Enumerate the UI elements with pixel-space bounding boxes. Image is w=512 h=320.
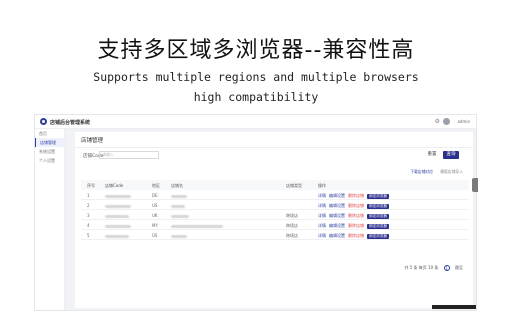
side-drawer-handle[interactable]: [472, 178, 478, 192]
app-window: 店铺后台管理系统 ⚙ admin 首页 店铺管理 系统设置 个人设置 店铺管理 …: [34, 114, 477, 311]
download-link[interactable]: 下载店铺对应: [410, 169, 433, 174]
row-area: MY: [152, 223, 158, 228]
row-no: 4: [87, 223, 90, 228]
avatar[interactable]: [443, 118, 450, 125]
row-ops: 详情 编辑设置 删除店铺 绑定浏览器: [318, 233, 389, 239]
row-no: 2: [87, 203, 90, 208]
blurred-code: [105, 223, 131, 228]
row-ops: 详情 编辑设置 删除店铺 绑定浏览器: [318, 223, 389, 229]
blurred-name: [171, 203, 185, 208]
edit-link[interactable]: 编辑设置: [329, 223, 345, 228]
page-title: 店铺管理: [81, 138, 104, 144]
table-tools: 下载店铺对应 模版店铺导入: [404, 169, 463, 175]
row-area: UK: [152, 213, 158, 218]
col-header-no: 序号: [87, 183, 95, 188]
delete-link[interactable]: 删除店铺: [348, 193, 364, 198]
delete-link[interactable]: 删除店铺: [348, 233, 364, 238]
edit-link[interactable]: 编辑设置: [329, 233, 345, 238]
bind-browser-button[interactable]: 绑定浏览器: [367, 233, 389, 239]
edit-link[interactable]: 编辑设置: [329, 213, 345, 218]
detail-link[interactable]: 详情: [318, 203, 326, 208]
row-ops: 详情 编辑设置 删除店铺 绑定浏览器: [318, 213, 389, 219]
table-row: 4 MY 跨境店 详情 编辑设置 删除店铺 绑定浏览器: [81, 220, 469, 230]
sidebar-item-home[interactable]: 首页: [35, 129, 64, 138]
col-header-ops: 操作: [318, 183, 326, 188]
main-panel: 店铺管理 店铺Code 请输入 重置 查询 下载店铺对应 模版店铺导入 序号 店…: [75, 132, 473, 308]
row-no: 1: [87, 193, 90, 198]
blurred-code: [105, 213, 129, 218]
table-row: 2 US 详情 编辑设置 删除店铺 绑定浏览器: [81, 200, 469, 210]
table-row: 1 DE 详情 编辑设置 删除店铺 绑定浏览器: [81, 190, 469, 200]
blurred-name: [171, 213, 189, 218]
delete-link[interactable]: 删除店铺: [348, 223, 364, 228]
detail-link[interactable]: 详情: [318, 213, 326, 218]
row-ops: 详情 编辑设置 删除店铺 绑定浏览器: [318, 203, 389, 209]
query-button[interactable]: 查询: [443, 151, 459, 159]
blurred-name: [171, 233, 187, 238]
app-title: 店铺后台管理系统: [50, 120, 91, 126]
col-header-area: 地区: [152, 183, 160, 188]
divider: [75, 147, 473, 148]
promo-headline: 支持多区域多浏览器--兼容性高: [97, 38, 415, 63]
col-header-type: 店铺类型: [286, 183, 302, 188]
sidebar-item-profile[interactable]: 个人设置: [35, 156, 64, 165]
pagination: 共 5 条 每页 10 条 1 跳至: [404, 265, 463, 271]
row-area: US: [152, 203, 158, 208]
col-header-code: 店铺Code: [105, 183, 124, 188]
row-no: 5: [87, 233, 90, 238]
detail-link[interactable]: 详情: [318, 193, 326, 198]
table-row: 5 US 跨境店 详情 编辑设置 删除店铺 绑定浏览器: [81, 230, 469, 240]
table-header: 序号 店铺Code 地区 店铺名 店铺类型 操作: [81, 180, 469, 190]
watermark-bar: [432, 305, 476, 309]
blurred-name: [171, 223, 223, 228]
row-no: 3: [87, 213, 90, 218]
blurred-code: [105, 233, 129, 238]
row-type: 跨境店: [286, 233, 298, 238]
row-ops: 详情 编辑设置 删除店铺 绑定浏览器: [318, 193, 389, 199]
top-bar: 店铺后台管理系统 ⚙ admin: [35, 115, 476, 129]
detail-link[interactable]: 详情: [318, 223, 326, 228]
username[interactable]: admin: [457, 119, 470, 124]
sidebar: 首页 店铺管理 系统设置 个人设置: [35, 129, 65, 310]
delete-link[interactable]: 删除店铺: [348, 213, 364, 218]
app-logo-icon: [40, 118, 47, 125]
pager-goto[interactable]: 跳至: [455, 265, 463, 270]
row-type: 跨境店: [286, 213, 298, 218]
pager-page-1[interactable]: 1: [443, 265, 450, 271]
delete-link[interactable]: 删除店铺: [348, 203, 364, 208]
blurred-code: [105, 203, 131, 208]
pager-summary: 共 5 条 每页 10 条: [404, 265, 439, 270]
sidebar-item-shops[interactable]: 店铺管理: [35, 138, 64, 147]
bind-browser-button[interactable]: 绑定浏览器: [367, 213, 389, 219]
row-area: DE: [152, 193, 158, 198]
promo-subline-2: high compatibility: [193, 90, 319, 104]
edit-link[interactable]: 编辑设置: [329, 203, 345, 208]
blurred-code: [105, 193, 131, 198]
bind-browser-button[interactable]: 绑定浏览器: [367, 223, 389, 229]
row-area: US: [152, 233, 158, 238]
bind-browser-button[interactable]: 绑定浏览器: [367, 203, 389, 209]
table-row: 3 UK 跨境店 详情 编辑设置 删除店铺 绑定浏览器: [81, 210, 469, 220]
reset-button[interactable]: 重置: [425, 151, 439, 159]
detail-link[interactable]: 详情: [318, 233, 326, 238]
bind-browser-button[interactable]: 绑定浏览器: [367, 193, 389, 199]
import-link[interactable]: 模版店铺导入: [440, 169, 463, 174]
blurred-name: [171, 193, 187, 198]
settings-icon[interactable]: ⚙: [435, 118, 440, 125]
edit-link[interactable]: 编辑设置: [329, 193, 345, 198]
promo-subline-1: Supports multiple regions and multiple b…: [93, 70, 419, 84]
col-header-name: 店铺名: [171, 183, 183, 188]
shop-code-input[interactable]: 请输入: [99, 151, 159, 159]
sidebar-item-system[interactable]: 系统设置: [35, 147, 64, 156]
row-type: 跨境店: [286, 223, 298, 228]
